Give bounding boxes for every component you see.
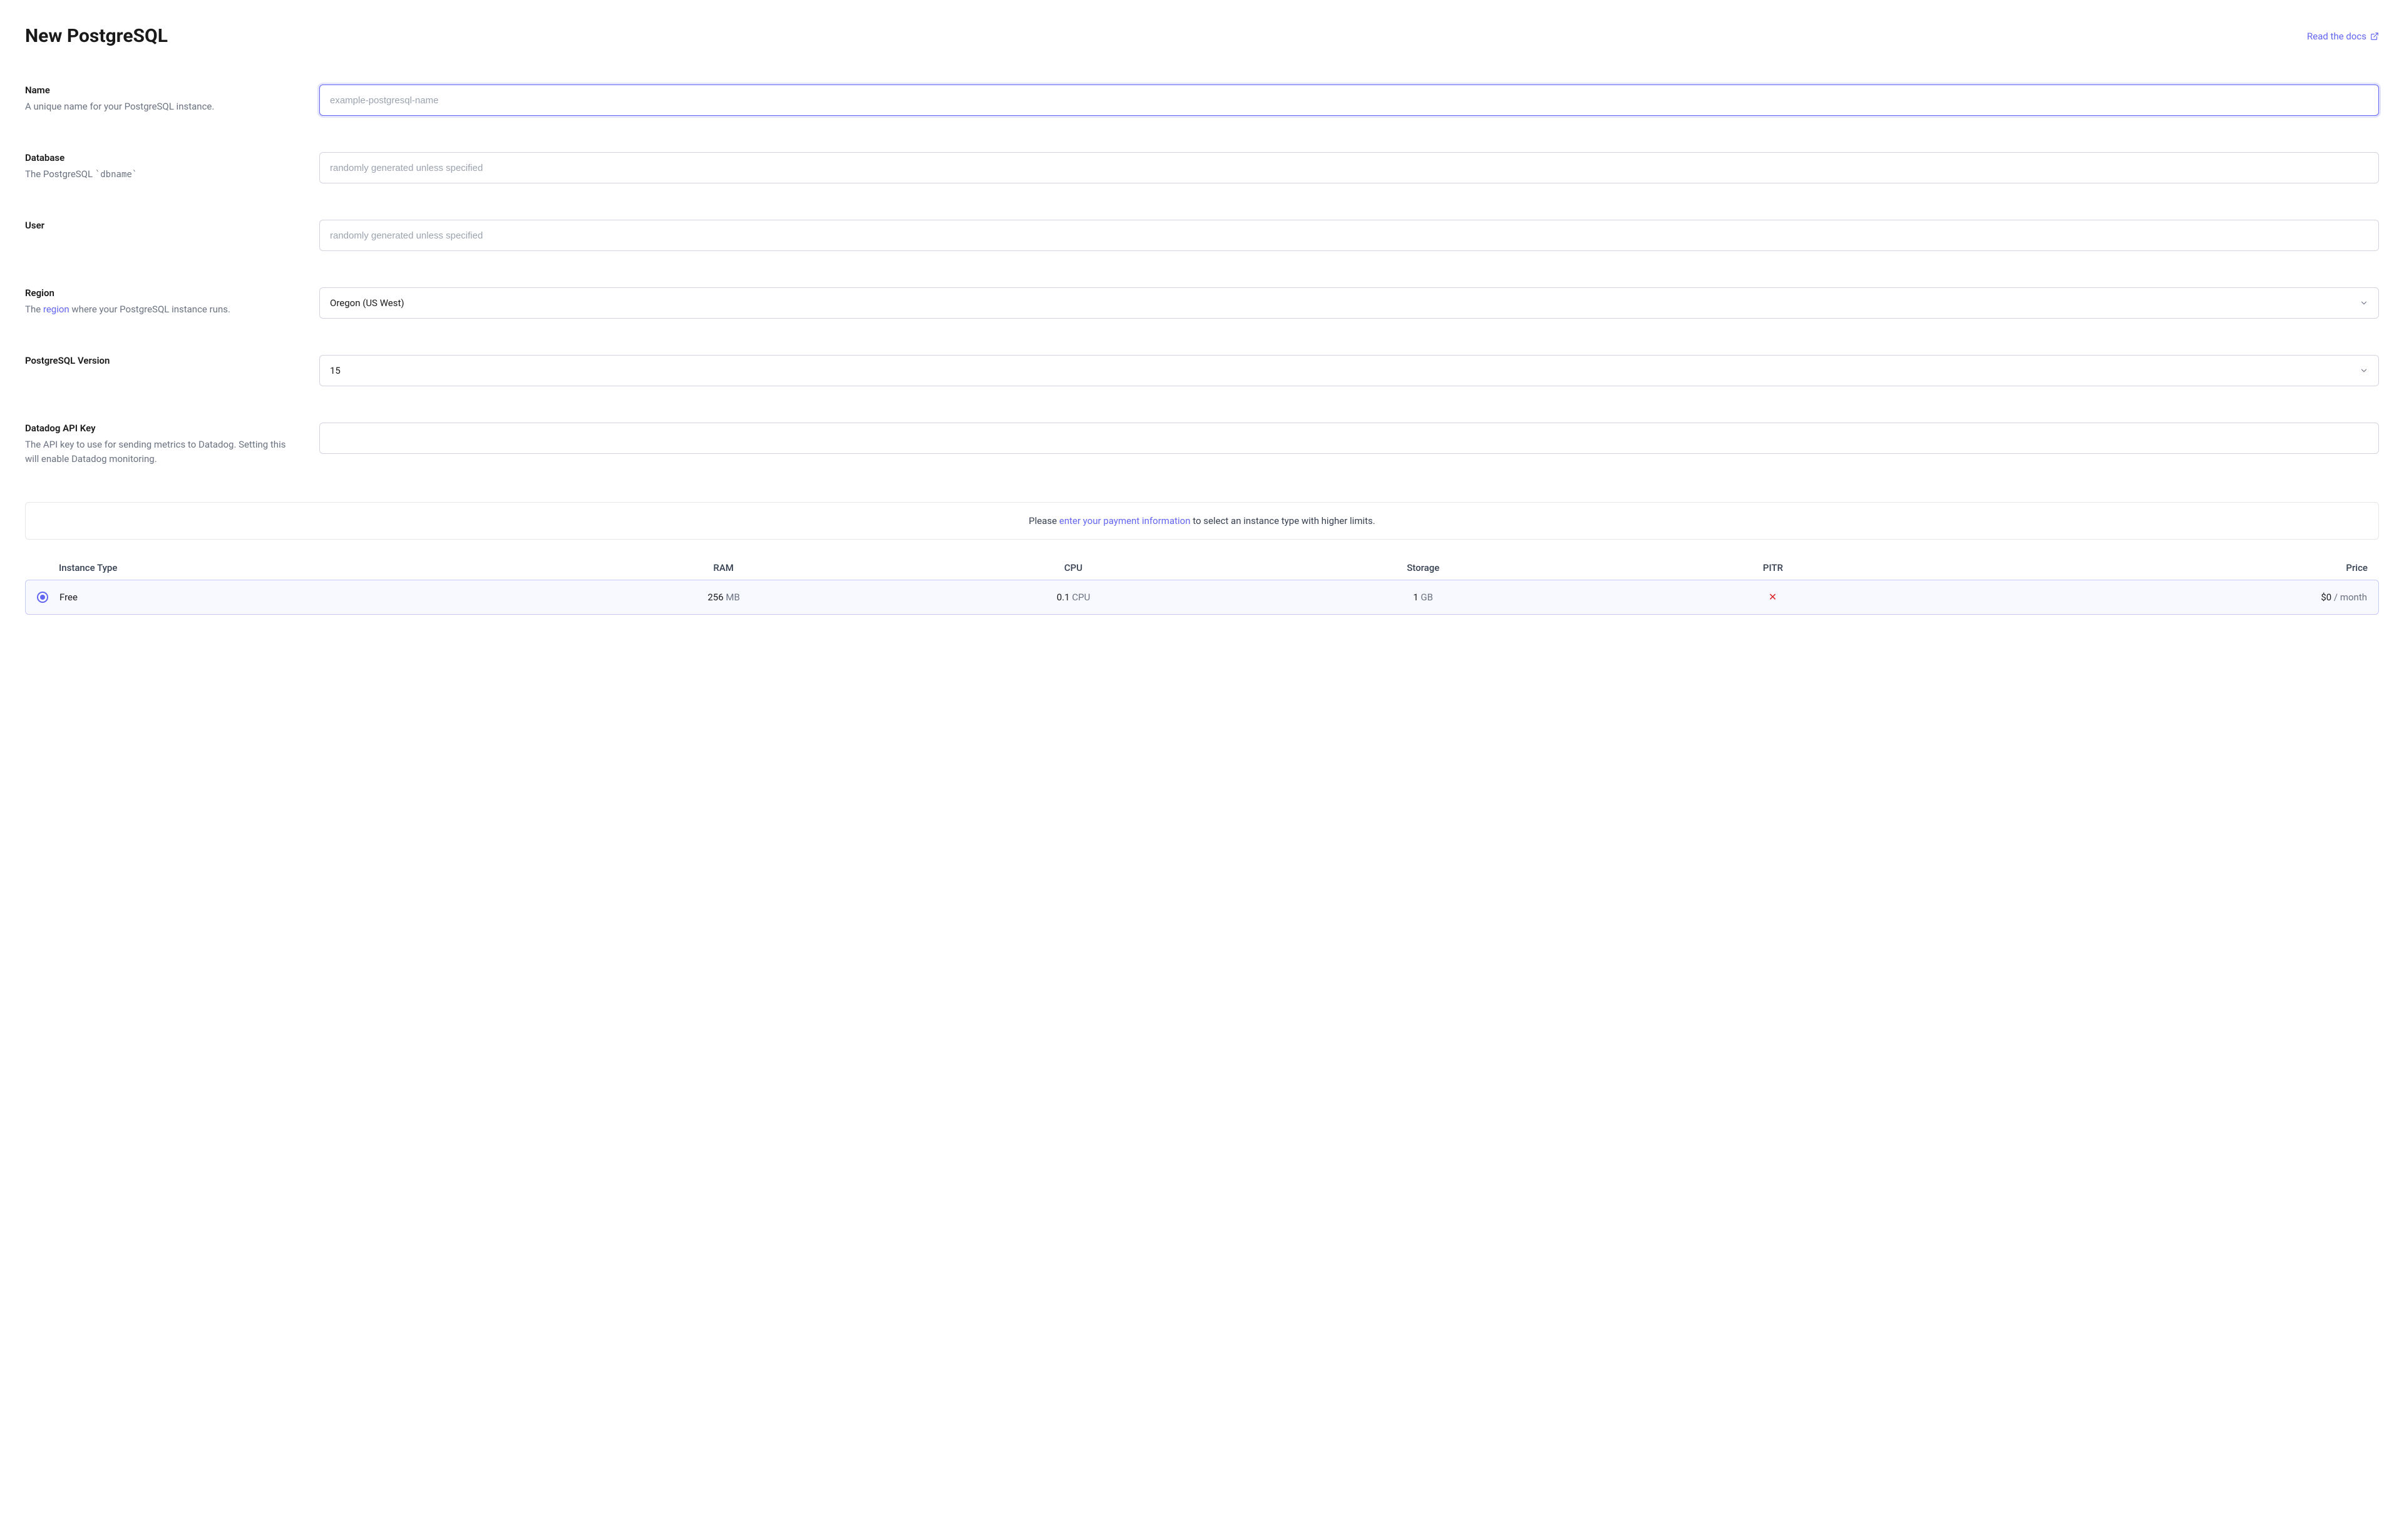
th-storage: Storage xyxy=(1248,562,1598,573)
cell-instance: Free xyxy=(59,592,549,603)
datadog-label: Datadog API Key xyxy=(25,423,294,434)
cell-ram: 256 MB xyxy=(549,592,898,603)
name-input[interactable] xyxy=(319,85,2379,116)
user-label: User xyxy=(25,220,294,231)
version-select-value: 15 xyxy=(330,365,341,376)
th-ram: RAM xyxy=(548,562,898,573)
region-help-link[interactable]: region xyxy=(43,304,69,315)
version-select[interactable]: 15 xyxy=(319,355,2379,386)
chevron-down-icon xyxy=(2360,299,2368,307)
payment-info-link[interactable]: enter your payment information xyxy=(1059,515,1191,526)
page-title: New PostgreSQL xyxy=(25,25,168,47)
instance-row-free[interactable]: Free 256 MB 0.1 CPU 1 GB ✕ $0 / month xyxy=(25,580,2379,615)
user-input[interactable] xyxy=(319,220,2379,251)
th-pitr: PITR xyxy=(1598,562,1948,573)
version-label: PostgreSQL Version xyxy=(25,355,294,366)
region-desc: The region where your PostgreSQL instanc… xyxy=(25,302,294,317)
th-price: Price xyxy=(1948,562,2368,573)
chevron-down-icon xyxy=(2360,366,2368,375)
datadog-input[interactable] xyxy=(319,423,2379,454)
radio-selected-icon xyxy=(37,592,48,603)
cell-storage: 1 GB xyxy=(1248,592,1598,603)
database-input[interactable] xyxy=(319,152,2379,183)
instance-table-header: Instance Type RAM CPU Storage PITR Price xyxy=(25,556,2379,580)
cell-pitr: ✕ xyxy=(1598,592,1947,603)
cell-cpu: 0.1 CPU xyxy=(898,592,1248,603)
th-cpu: CPU xyxy=(898,562,1248,573)
datadog-desc: The API key to use for sending metrics t… xyxy=(25,438,294,466)
read-docs-label: Read the docs xyxy=(2307,31,2366,42)
payment-notice: Please enter your payment information to… xyxy=(25,502,2379,540)
database-desc: The PostgreSQL `dbname` xyxy=(25,167,294,182)
x-icon: ✕ xyxy=(1769,591,1777,603)
external-link-icon xyxy=(2370,32,2379,41)
th-instance: Instance Type xyxy=(59,562,548,573)
read-docs-link[interactable]: Read the docs xyxy=(2307,31,2379,42)
name-desc: A unique name for your PostgreSQL instan… xyxy=(25,100,294,114)
region-select[interactable]: Oregon (US West) xyxy=(319,287,2379,319)
database-label: Database xyxy=(25,152,294,163)
region-label: Region xyxy=(25,287,294,299)
region-select-value: Oregon (US West) xyxy=(330,297,404,309)
cell-price: $0 / month xyxy=(1948,592,2367,603)
name-label: Name xyxy=(25,85,294,96)
